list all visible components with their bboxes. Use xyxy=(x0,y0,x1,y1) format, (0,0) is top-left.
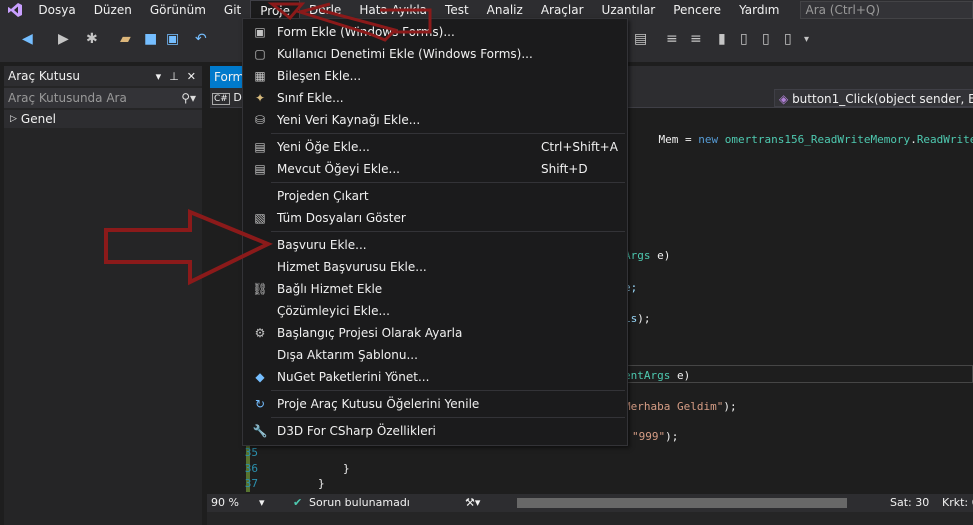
arrow-top xyxy=(267,2,432,42)
annotation-arrows xyxy=(104,2,432,286)
arrow-left xyxy=(104,209,273,286)
